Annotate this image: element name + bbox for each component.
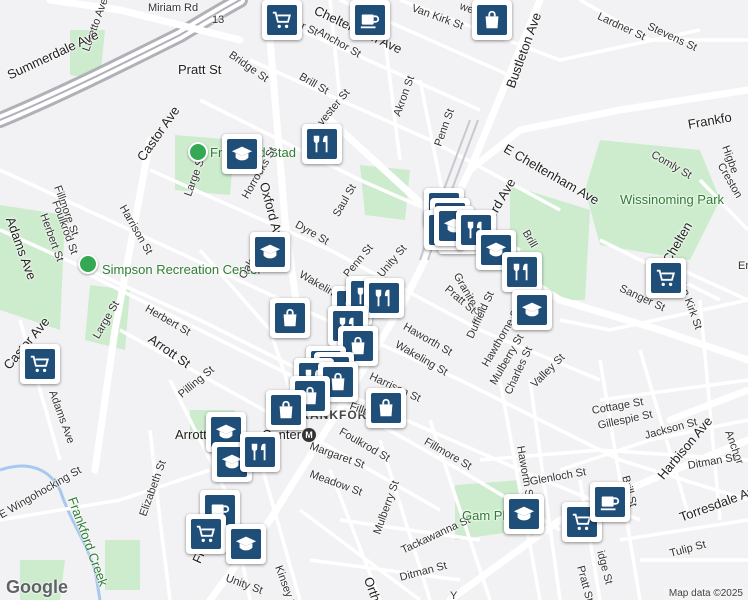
restaurant-icon xyxy=(369,283,399,313)
poi-school[interactable] xyxy=(226,524,266,564)
poi-cafe[interactable] xyxy=(590,482,630,522)
park-pin-icon[interactable] xyxy=(78,254,98,274)
grocery-cart-icon xyxy=(651,263,681,293)
poi-restaurant[interactable] xyxy=(302,124,342,164)
label-arrott-label: Arrott xyxy=(175,427,207,442)
school-icon xyxy=(517,295,547,325)
poi-grocery[interactable] xyxy=(262,0,302,40)
poi-shopping[interactable] xyxy=(270,298,310,338)
poi-grocery[interactable] xyxy=(186,514,226,554)
poi-grocery[interactable] xyxy=(20,344,60,384)
label-miriam-rd: Miriam Rd xyxy=(148,2,199,14)
metro-station-icon[interactable]: M xyxy=(302,428,316,442)
poi-shopping[interactable] xyxy=(266,390,306,430)
shopping-bag-icon xyxy=(477,5,507,35)
poi-grocery[interactable] xyxy=(646,258,686,298)
map-attribution[interactable]: Map data ©2025 xyxy=(663,587,748,600)
cafe-cup-icon xyxy=(355,5,385,35)
label-pratt-st-nw: Pratt St xyxy=(178,62,222,77)
shopping-bag-icon xyxy=(271,395,301,425)
restaurant-icon xyxy=(245,437,275,467)
poi-shopping[interactable] xyxy=(366,388,406,428)
poi-school[interactable] xyxy=(222,134,262,174)
label-wissinoming-park: Wissinoming Park xyxy=(620,192,725,207)
poi-restaurant[interactable] xyxy=(502,252,542,292)
grocery-cart-icon xyxy=(25,349,55,379)
cafe-cup-icon xyxy=(595,487,625,517)
poi-school[interactable] xyxy=(504,494,544,534)
map[interactable]: Miriam Rd 13 Pratt St Loretto Ave Summerdale… xyxy=(0,0,748,600)
grocery-cart-icon xyxy=(191,519,221,549)
school-icon xyxy=(231,529,261,559)
poi-shopping[interactable] xyxy=(472,0,512,40)
restaurant-icon xyxy=(507,257,537,287)
school-icon xyxy=(255,237,285,267)
school-icon xyxy=(227,139,257,169)
poi-school[interactable] xyxy=(512,290,552,330)
park-pin-icon[interactable] xyxy=(188,142,208,162)
poi-restaurant[interactable] xyxy=(364,278,404,318)
poi-restaurant[interactable] xyxy=(240,432,280,472)
google-logo: Google xyxy=(6,577,68,597)
shopping-bag-icon xyxy=(275,303,305,333)
label-york-st: Y xyxy=(450,590,458,600)
restaurant-icon xyxy=(307,129,337,159)
label-erdrick: Erd xyxy=(738,260,748,272)
school-icon xyxy=(509,499,539,529)
grocery-cart-icon xyxy=(267,5,297,35)
label-rt-13: 13 xyxy=(212,14,225,26)
shopping-bag-icon xyxy=(371,393,401,423)
poi-cafe[interactable] xyxy=(350,0,390,40)
poi-school[interactable] xyxy=(250,232,290,272)
